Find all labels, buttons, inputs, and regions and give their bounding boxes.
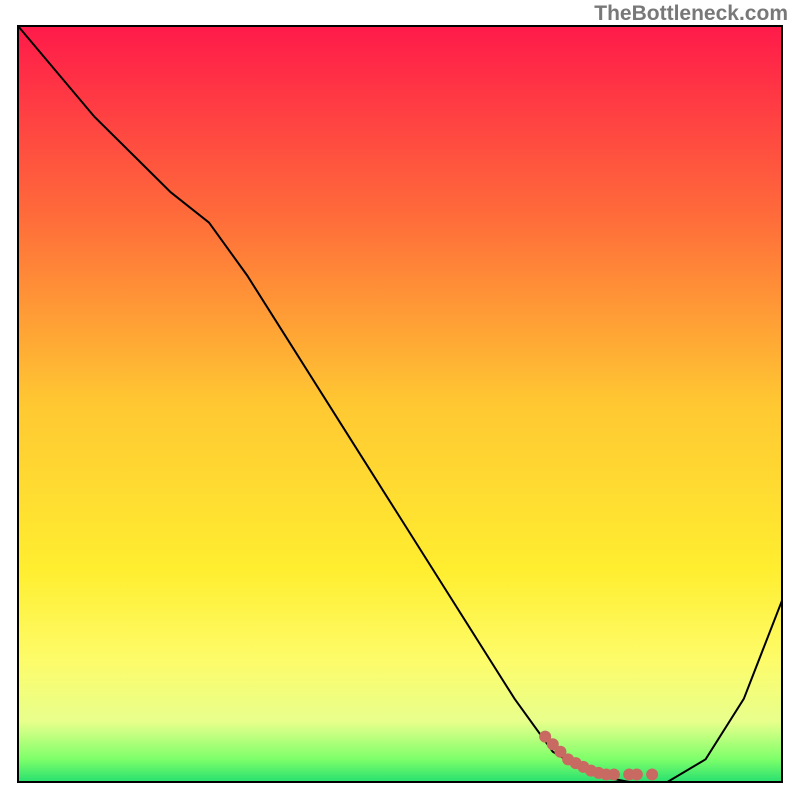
watermark-text: TheBottleneck.com xyxy=(594,2,788,26)
chart-container: TheBottleneck.com xyxy=(0,0,800,800)
sweet-spot-point xyxy=(631,768,643,780)
plot-background xyxy=(18,26,782,782)
sweet-spot-point xyxy=(646,768,658,780)
sweet-spot-point xyxy=(608,768,620,780)
bottleneck-chart xyxy=(0,0,800,800)
